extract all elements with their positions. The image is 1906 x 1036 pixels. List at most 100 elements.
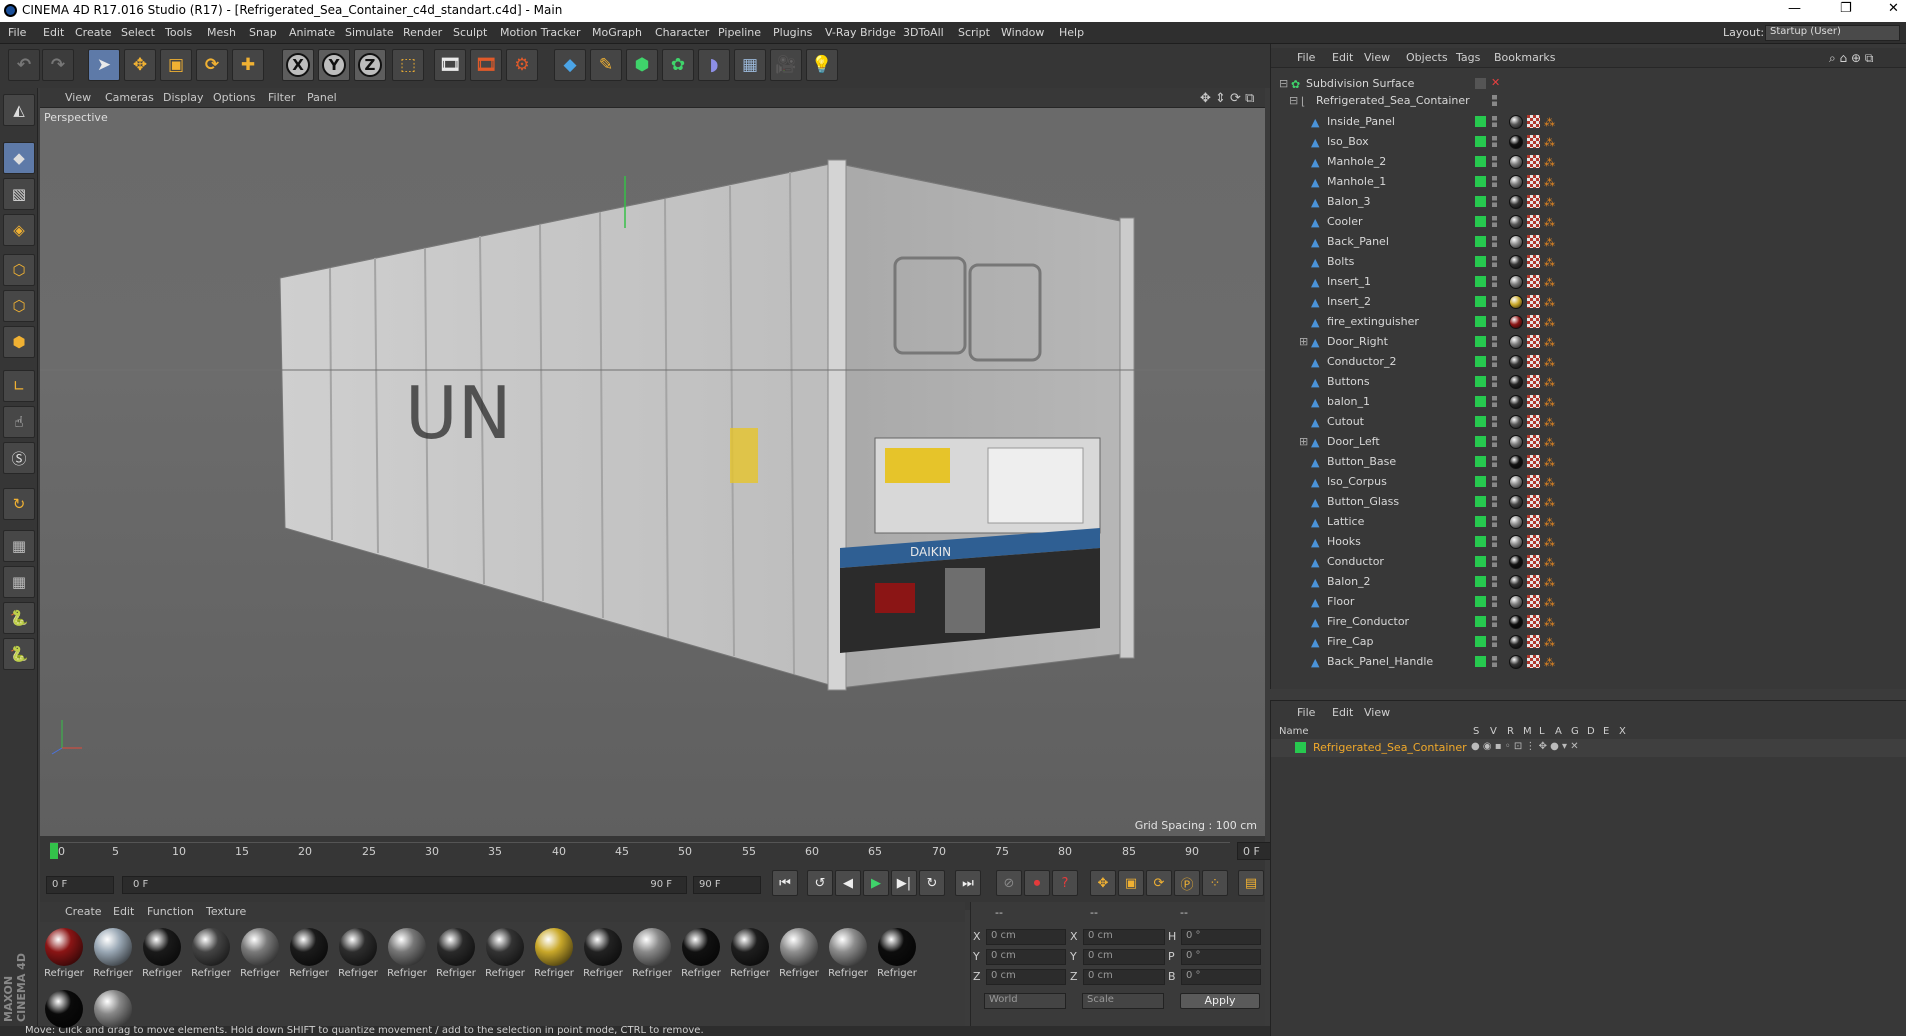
visibility-dots[interactable] <box>1492 95 1497 106</box>
cube-icon[interactable]: ◆ <box>554 49 586 81</box>
layer-visible-check[interactable] <box>1475 116 1486 127</box>
texture-tag-icon[interactable]: ⁂ <box>1544 456 1556 469</box>
edit-render-settings-icon[interactable]: ⚙ <box>506 49 538 81</box>
select-icon[interactable]: ➤ <box>88 49 120 81</box>
visibility-dots[interactable] <box>1492 496 1497 507</box>
uvw-tag-icon[interactable] <box>1527 355 1540 368</box>
visibility-dots[interactable] <box>1492 456 1497 467</box>
texture-tag-icon[interactable]: ⁂ <box>1544 296 1556 309</box>
timeline-window-icon[interactable]: ▤ <box>1238 870 1264 896</box>
position-y-field[interactable]: 0 cm <box>986 949 1066 965</box>
visibility-dots[interactable] <box>1492 556 1497 567</box>
go-to-end-icon[interactable]: ⏭ <box>955 870 981 896</box>
uvw-tag-icon[interactable] <box>1527 535 1540 548</box>
uvw-tag-icon[interactable] <box>1527 275 1540 288</box>
object-row[interactable]: ⊞ ▲ Door_Right ⁂ <box>1271 332 1906 352</box>
visibility-dots[interactable] <box>1492 436 1497 447</box>
material-tag-icon[interactable] <box>1509 375 1523 389</box>
expand-toggle-icon[interactable]: ⊟ <box>1279 77 1288 90</box>
uvw-tag-icon[interactable] <box>1527 195 1540 208</box>
material-tag-icon[interactable] <box>1509 235 1523 249</box>
layer-visible-check[interactable] <box>1475 196 1486 207</box>
uvw-tag-icon[interactable] <box>1527 635 1540 648</box>
obj-menu-view[interactable]: View <box>1364 51 1390 64</box>
menu-pipeline[interactable]: Pipeline <box>718 26 761 39</box>
material-swatch[interactable]: Refriger <box>532 928 576 979</box>
material-tag-icon[interactable] <box>1509 115 1523 129</box>
nurbs-icon[interactable]: ⬢ <box>626 49 658 81</box>
layer-visible-check[interactable] <box>1475 156 1486 167</box>
viewport-3d[interactable]: Perspective DAIKIN UN Grid Spacing: 100… <box>40 108 1265 836</box>
material-tag-icon[interactable] <box>1509 515 1523 529</box>
viewport-navigate-icons[interactable]: ✥ ⇕ ⟳ ⧉ <box>1200 91 1254 106</box>
uvw-tag-icon[interactable] <box>1527 615 1540 628</box>
previous-frame-icon[interactable]: ◀ <box>835 870 861 896</box>
layer-visible-check[interactable] <box>1475 516 1486 527</box>
layer-visible-check[interactable] <box>1475 456 1486 467</box>
visibility-dots[interactable] <box>1492 616 1497 627</box>
layer-menu-file[interactable]: File <box>1297 706 1315 719</box>
visibility-dots[interactable] <box>1492 636 1497 647</box>
texture-tag-icon[interactable]: ⁂ <box>1544 316 1556 329</box>
visibility-dots[interactable] <box>1492 416 1497 427</box>
object-row[interactable]: ▲ Manhole_2 ⁂ <box>1271 152 1906 172</box>
scale-select[interactable]: Scale <box>1082 993 1164 1009</box>
uvw-tag-icon[interactable] <box>1527 375 1540 388</box>
object-row[interactable]: ▲ Iso_Corpus ⁂ <box>1271 472 1906 492</box>
visibility-dots[interactable] <box>1492 576 1497 587</box>
layer-visible-check[interactable] <box>1475 336 1486 347</box>
go-to-previous-key-icon[interactable]: ↺ <box>807 870 833 896</box>
next-frame-icon[interactable]: ▶| <box>891 870 917 896</box>
uvw-tag-icon[interactable] <box>1527 595 1540 608</box>
minimize-button[interactable]: — <box>1788 1 1801 16</box>
material-tag-icon[interactable] <box>1509 655 1523 669</box>
obj-search-icon[interactable]: ⌕ ⌂ ⊕ ⧉ <box>1829 51 1873 66</box>
menu-plugins[interactable]: Plugins <box>773 26 812 39</box>
menu-character[interactable]: Character <box>655 26 709 39</box>
material-swatch[interactable]: Refriger <box>140 928 184 979</box>
key-param-icon[interactable]: Ⓟ <box>1174 870 1200 896</box>
visibility-dots[interactable] <box>1492 596 1497 607</box>
visibility-dots[interactable] <box>1492 356 1497 367</box>
visibility-dots[interactable] <box>1492 516 1497 527</box>
expand-toggle-icon[interactable]: ⊞ <box>1299 435 1308 448</box>
disabled-x-icon[interactable]: ✕ <box>1491 76 1500 89</box>
object-row[interactable]: ▲ Balon_3 ⁂ <box>1271 192 1906 212</box>
frame-range-slider[interactable]: 0 F 90 F <box>122 876 687 894</box>
texture-tag-icon[interactable]: ⁂ <box>1544 636 1556 649</box>
menu-vray-bridge[interactable]: V-Ray Bridge <box>825 26 896 39</box>
obj-menu-objects[interactable]: Objects <box>1406 51 1448 64</box>
timeline-ruler[interactable]: 0 5 10 15 20 25 30 35 40 45 50 55 60 65 … <box>50 842 1230 864</box>
object-row[interactable]: ▲ Buttons ⁂ <box>1271 372 1906 392</box>
timeline-playhead[interactable] <box>50 843 58 859</box>
uvw-tag-icon[interactable] <box>1527 575 1540 588</box>
texture-tag-icon[interactable]: ⁂ <box>1544 356 1556 369</box>
layer-visible-check[interactable] <box>1475 596 1486 607</box>
object-row[interactable]: ⊞ ▲ Door_Left ⁂ <box>1271 432 1906 452</box>
material-swatch[interactable]: Refriger <box>238 928 282 979</box>
uvw-tag-icon[interactable] <box>1527 335 1540 348</box>
layer-visible-check[interactable] <box>1475 136 1486 147</box>
go-to-start-icon[interactable]: ⏮ <box>772 870 798 896</box>
material-swatch[interactable]: Refriger <box>91 928 135 979</box>
material-menu-texture[interactable]: Texture <box>206 905 246 918</box>
size-z-field[interactable]: 0 cm <box>1083 969 1165 985</box>
axis-mode-icon[interactable]: ∟ <box>3 370 35 402</box>
visibility-dots[interactable] <box>1492 396 1497 407</box>
coordinate-system-icon[interactable]: ⬚ <box>392 49 424 81</box>
key-pla-icon[interactable]: ⁘ <box>1202 870 1228 896</box>
object-row[interactable]: ▲ Conductor_2 ⁂ <box>1271 352 1906 372</box>
material-swatch[interactable] <box>42 990 86 1028</box>
material-tag-icon[interactable] <box>1509 335 1523 349</box>
uvw-tag-icon[interactable] <box>1527 555 1540 568</box>
add-icon[interactable]: ✚ <box>232 49 264 81</box>
material-tag-icon[interactable] <box>1509 615 1523 629</box>
material-swatch[interactable]: Refriger <box>777 928 821 979</box>
layer-visible-check[interactable] <box>1475 376 1486 387</box>
uvw-tag-icon[interactable] <box>1527 215 1540 228</box>
material-tag-icon[interactable] <box>1509 155 1523 169</box>
texture-tag-icon[interactable]: ⁂ <box>1544 256 1556 269</box>
material-swatch[interactable]: Refriger <box>287 928 331 979</box>
object-row-container-group[interactable]: ⊟ ⌊ Refrigerated_Sea_Container <box>1271 91 1906 111</box>
material-tag-icon[interactable] <box>1509 175 1523 189</box>
